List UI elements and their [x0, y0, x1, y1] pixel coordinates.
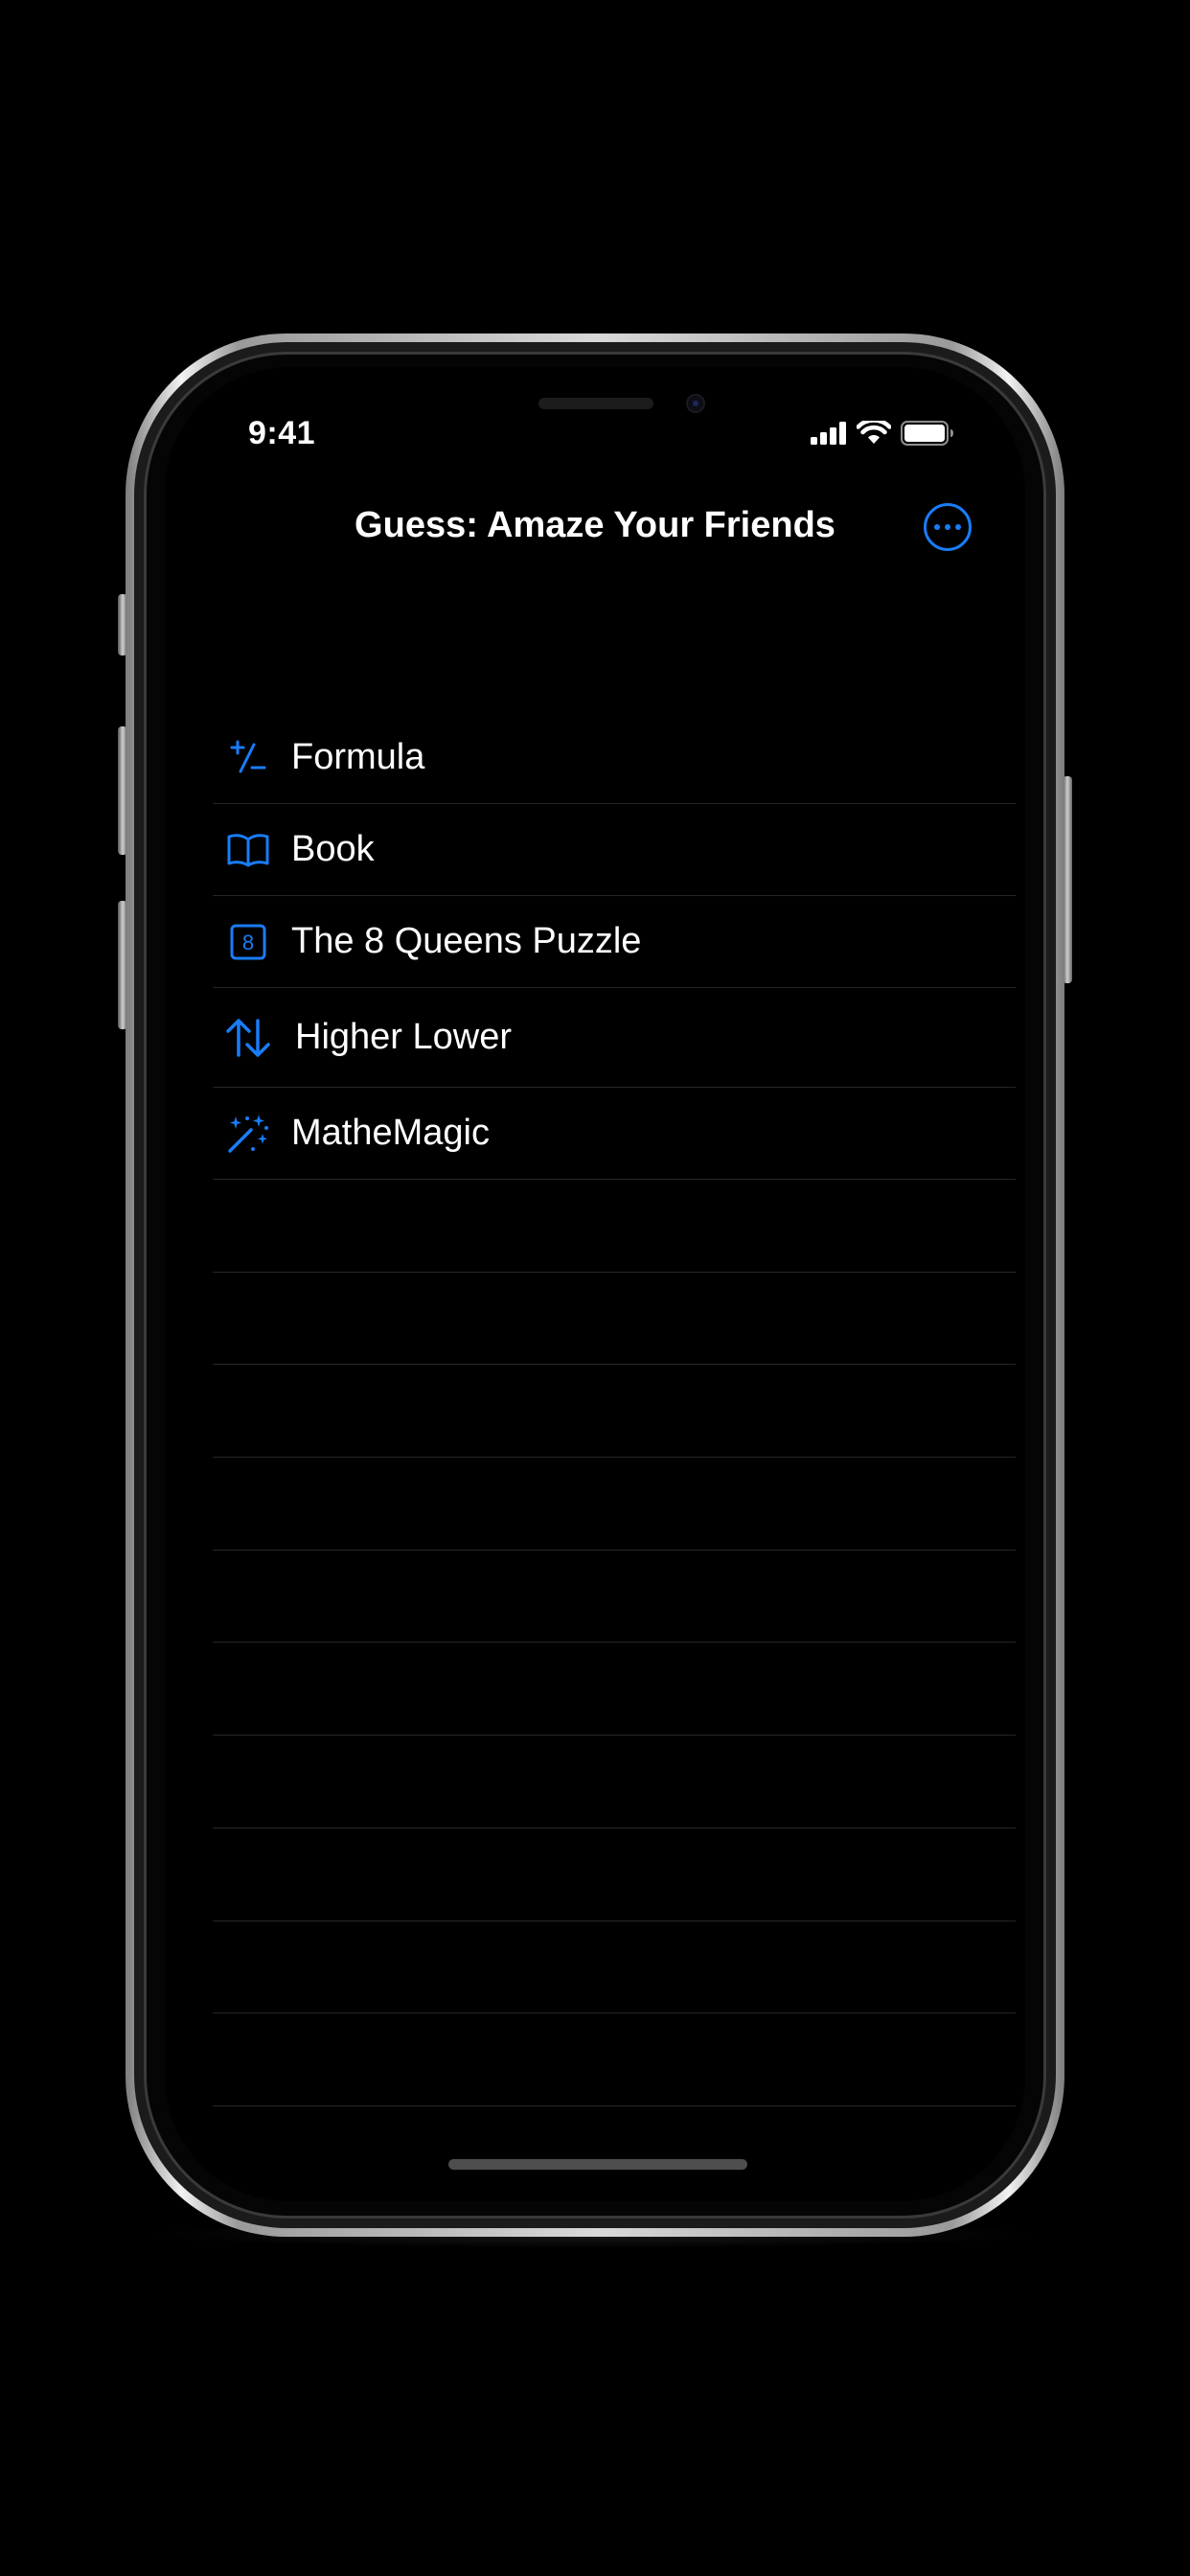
empty-row: [213, 1921, 1016, 2014]
empty-row: [213, 1828, 1016, 1921]
empty-row: [213, 1551, 1016, 1644]
ellipsis-circle-icon: [934, 524, 940, 530]
magic-wand-icon: [224, 1110, 272, 1158]
empty-row: [213, 1643, 1016, 1736]
stage: 9:41 Guess: Amaze Your Friends Formula B…: [0, 0, 1190, 2576]
more-options-button[interactable]: [924, 503, 972, 551]
empty-row: [213, 2013, 1016, 2106]
screen: 9:41 Guess: Amaze Your Friends Formula B…: [165, 367, 1025, 2201]
empty-row: [213, 1458, 1016, 1551]
list-item-label: Higher Lower: [295, 1017, 512, 1057]
battery-icon: [901, 421, 954, 450]
list-item-mathemagic[interactable]: MatheMagic: [213, 1088, 1016, 1180]
empty-row: [213, 1736, 1016, 1828]
number-8-glyph: 8: [242, 931, 254, 954]
nav-title: Guess: Amaze Your Friends: [355, 505, 835, 545]
ellipsis-dot: [955, 524, 961, 530]
front-camera: [686, 394, 705, 413]
status-time: 9:41: [248, 415, 316, 451]
list-item-label: Formula: [291, 737, 425, 777]
ellipsis-dot: [945, 524, 950, 530]
book-icon: [224, 826, 272, 874]
plus-minus-icon: [224, 734, 272, 782]
speaker-grille: [538, 398, 653, 409]
empty-row: [213, 1365, 1016, 1459]
list-item-label: MatheMagic: [291, 1113, 490, 1153]
empty-row: [213, 1273, 1016, 1366]
list-item-formula[interactable]: Formula: [213, 712, 1016, 804]
list-item-label: The 8 Queens Puzzle: [291, 921, 642, 961]
number-8-square-icon: 8: [224, 918, 272, 966]
list-item-8-queens[interactable]: 8 The 8 Queens Puzzle: [213, 896, 1016, 988]
cellular-signal-icon: [811, 422, 847, 449]
arrow-up-down-icon: [224, 1014, 272, 1062]
list-item-book[interactable]: Book: [213, 804, 1016, 896]
empty-row: [213, 1180, 1016, 1273]
list-item-higher-lower[interactable]: Higher Lower: [213, 988, 1016, 1088]
wifi-icon: [856, 418, 892, 450]
status-icons: [811, 418, 954, 450]
home-indicator[interactable]: [448, 2159, 747, 2170]
list-item-label: Book: [291, 829, 375, 869]
menu-list: Formula Book 8 The 8 Queens Puzzle Highe…: [213, 712, 1016, 2106]
